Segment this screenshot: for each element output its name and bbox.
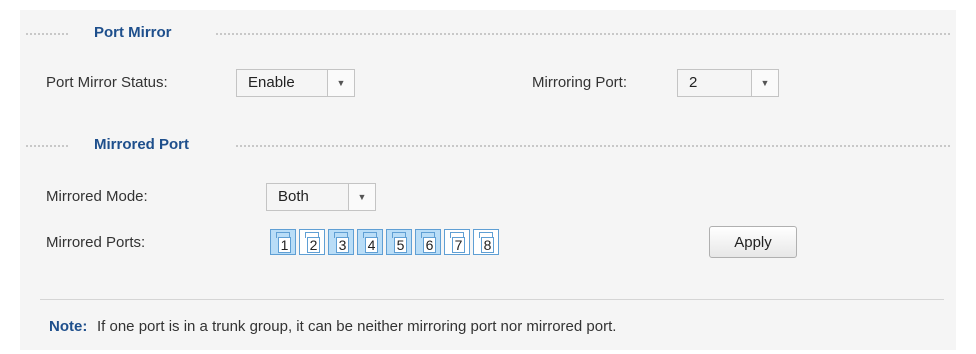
port-mirror-status-select[interactable]: Enable ▼ <box>236 69 355 97</box>
port-number: 4 <box>365 237 378 253</box>
port-3-toggle[interactable]: 3 <box>328 229 354 255</box>
mirroring-port-select[interactable]: 2 ▼ <box>677 69 779 97</box>
mirrored-mode-label: Mirrored Mode: <box>46 188 148 205</box>
section-divider-right <box>236 145 950 147</box>
section-divider-left <box>26 145 68 147</box>
port-6-toggle[interactable]: 6 <box>415 229 441 255</box>
mirrored-ports-label: Mirrored Ports: <box>46 234 146 251</box>
port-mirror-section-header: Port Mirror <box>20 23 956 43</box>
section-divider-right <box>216 33 950 35</box>
port-mirror-status-value: Enable <box>248 74 295 91</box>
dropdown-arrow-icon[interactable]: ▼ <box>348 184 375 210</box>
dropdown-arrow-icon[interactable]: ▼ <box>327 70 354 96</box>
mirrored-ports-selector: 1 2 3 4 5 6 7 8 <box>270 229 499 255</box>
mirrored-port-section-header: Mirrored Port <box>20 135 956 155</box>
section-divider-left <box>26 33 68 35</box>
mirroring-port-value: 2 <box>689 74 698 91</box>
port-number: 1 <box>278 237 291 253</box>
mirrored-mode-select[interactable]: Both ▼ <box>266 183 376 211</box>
note-label: Note: <box>49 318 88 335</box>
mirrored-mode-value: Both <box>278 188 309 205</box>
mirroring-port-label: Mirroring Port: <box>532 74 628 91</box>
port-7-toggle[interactable]: 7 <box>444 229 470 255</box>
port-number: 8 <box>481 237 494 253</box>
note-text: If one port is in a trunk group, it can … <box>97 318 617 335</box>
port-number: 5 <box>394 237 407 253</box>
port-4-toggle[interactable]: 4 <box>357 229 383 255</box>
port-number: 6 <box>423 237 436 253</box>
dropdown-arrow-icon[interactable]: ▼ <box>751 70 778 96</box>
port-1-toggle[interactable]: 1 <box>270 229 296 255</box>
mirrored-port-section-title: Mirrored Port <box>94 136 190 153</box>
note-divider <box>40 299 944 300</box>
port-5-toggle[interactable]: 5 <box>386 229 412 255</box>
apply-button[interactable]: Apply <box>709 226 797 258</box>
port-number: 7 <box>452 237 465 253</box>
port-8-toggle[interactable]: 8 <box>473 229 499 255</box>
config-panel: Port Mirror Port Mirror Status: Enable ▼… <box>20 10 956 350</box>
port-number: 2 <box>307 237 320 253</box>
port-2-toggle[interactable]: 2 <box>299 229 325 255</box>
port-mirror-status-label: Port Mirror Status: <box>46 74 168 91</box>
port-mirror-section-title: Port Mirror <box>94 24 172 41</box>
port-number: 3 <box>336 237 349 253</box>
